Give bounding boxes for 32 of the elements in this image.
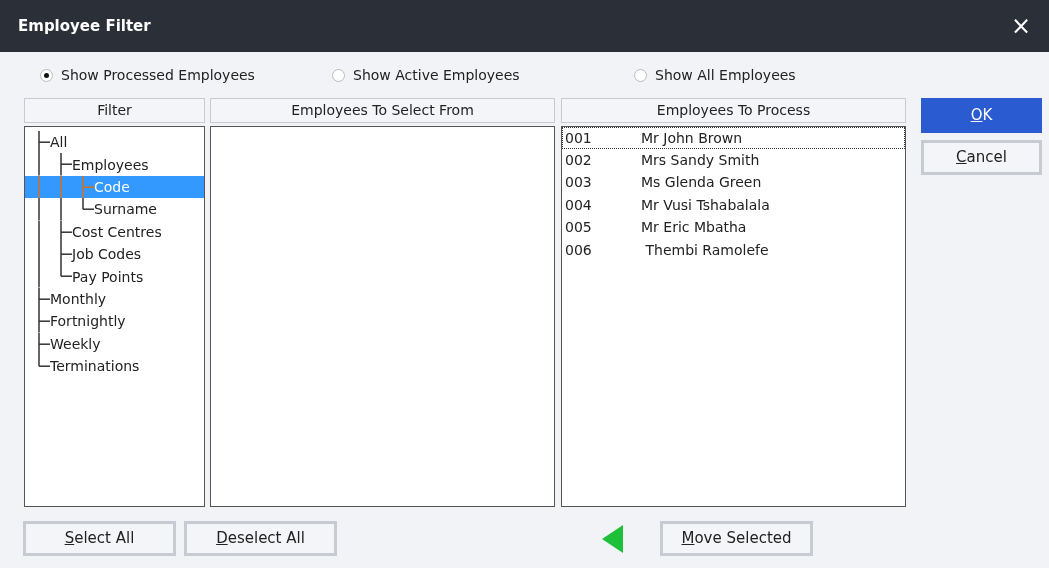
ok-button[interactable]: OK: [921, 98, 1042, 133]
tree-item[interactable]: Terminations: [25, 354, 204, 378]
tree-item[interactable]: Employees: [25, 153, 204, 176]
radio-button[interactable]: Show All Employees: [634, 64, 834, 86]
window-title: Employee Filter: [18, 15, 151, 37]
action-button[interactable]: Deselect All: [184, 521, 337, 556]
arrow-left-icon: [602, 524, 624, 553]
tree-item[interactable]: Monthly: [25, 287, 204, 311]
tree-item[interactable]: All: [25, 131, 204, 154]
tree-connector: [38, 310, 50, 333]
action-button[interactable]: Select All: [23, 521, 176, 556]
close-button[interactable]: ×: [1010, 14, 1031, 38]
tree-item[interactable]: Weekly: [25, 332, 204, 355]
list-row[interactable]: 003 Ms Glenda Green: [562, 171, 905, 195]
move-selected-button[interactable]: Move Selected: [660, 521, 813, 556]
list-row[interactable]: 006 Thembi Ramolefe: [562, 238, 905, 262]
list-row[interactable]: 005 Mr Eric Mbatha: [562, 216, 905, 239]
list-row[interactable]: 001 Mr John Brown: [562, 127, 905, 150]
column-header: Employees To Select From: [210, 98, 555, 123]
tree-item[interactable]: Cost Centres: [25, 220, 204, 243]
tree-connector: [38, 242, 72, 266]
column-header: Employees To Process: [561, 98, 906, 123]
tree-item[interactable]: Surname: [25, 198, 204, 221]
cancel-button[interactable]: Cancel: [921, 140, 1042, 175]
list-row[interactable]: 004 Mr Vusi Tshabalala: [562, 194, 905, 217]
list-row[interactable]: 002 Mrs Sandy Smith: [562, 149, 905, 172]
column-header: Filter: [24, 98, 205, 123]
tree-item[interactable]: Fortnightly: [25, 310, 204, 333]
radio-button[interactable]: Show Processed Employees: [40, 64, 332, 86]
radio-button[interactable]: Show Active Employees: [332, 64, 634, 86]
tree-item[interactable]: Pay Points: [25, 265, 204, 288]
tree-item[interactable]: Job Codes: [25, 242, 204, 266]
